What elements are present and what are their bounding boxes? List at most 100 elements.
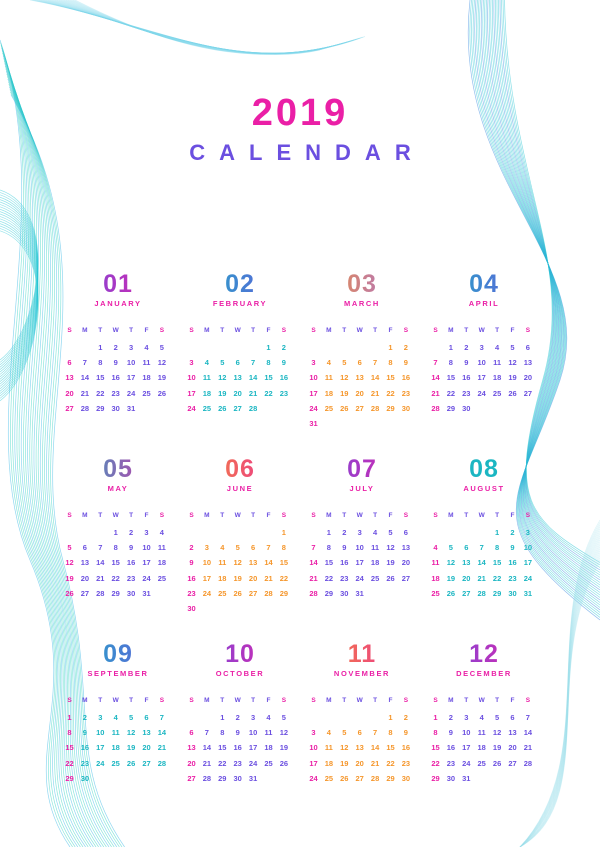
day-cell: 31 xyxy=(309,419,318,428)
day-cell: 3 xyxy=(357,528,362,537)
day-cell: 14 xyxy=(157,728,167,738)
day-cell: 10 xyxy=(248,728,258,738)
day-cell: 2 xyxy=(281,343,286,352)
day-cell: 24 xyxy=(462,758,471,768)
weekday-label: S xyxy=(189,327,194,334)
day-cell: 4 xyxy=(433,543,438,553)
day-cell: 13 xyxy=(508,728,517,738)
day-cell: 3 xyxy=(464,713,469,722)
day-cell: 13 xyxy=(523,358,533,368)
day-cell: 23 xyxy=(340,573,349,583)
day-cell: 17 xyxy=(523,558,533,568)
day-cell: 11 xyxy=(431,558,440,568)
month-number: 12 xyxy=(428,640,540,669)
day-grid: S M T W T F S 1 2 3 4 5 6 7 8 9 10 11 12 13 14 15 16 17 18 19 20 21… xyxy=(306,509,418,619)
day-cell: 13 xyxy=(187,743,196,753)
day-cell: 10 xyxy=(96,728,105,738)
day-cell: 25 xyxy=(111,758,120,768)
day-cell: 28 xyxy=(523,758,533,768)
day-cell: 10 xyxy=(202,558,212,568)
day-cell: 10 xyxy=(126,358,136,368)
day-cell: 4 xyxy=(373,528,378,537)
day-cell: 28 xyxy=(477,588,486,598)
day-cell: 17 xyxy=(309,758,318,768)
day-cell: 1 xyxy=(220,713,225,722)
month-may: 05 MAY S M T W T F S 1 2 3 4 5 6 7 8 9 10 11 12 13 14 15 16 17 18 1… xyxy=(62,455,182,625)
day-cell: 6 xyxy=(189,728,194,738)
day-cell: 21 xyxy=(309,573,318,583)
weekday-label: T xyxy=(251,697,256,704)
day-cell: 29 xyxy=(279,588,289,598)
weekday-label: T xyxy=(342,512,347,519)
weekday-label: F xyxy=(388,327,393,334)
weekday-label: M xyxy=(82,512,88,519)
day-cell: 26 xyxy=(157,388,167,398)
day-cell: 28 xyxy=(370,773,380,783)
day-cell: 4 xyxy=(159,528,164,537)
weekday-label: M xyxy=(326,327,332,334)
day-cell: 22 xyxy=(65,758,74,768)
weekday-label: S xyxy=(67,327,72,334)
day-cell: 2 xyxy=(113,343,118,352)
day-cell: 17 xyxy=(142,558,151,568)
day-cell: 25 xyxy=(477,758,486,768)
weekday-label: S xyxy=(159,697,165,704)
day-cell: 23 xyxy=(187,588,196,598)
day-cell: 5 xyxy=(159,343,164,352)
day-cell: 26 xyxy=(126,758,136,768)
day-cell: 26 xyxy=(340,403,349,413)
day-cell: 23 xyxy=(446,758,456,768)
month-name: OCTOBER xyxy=(215,669,265,678)
weekday-label: M xyxy=(448,512,454,519)
day-cell: 30 xyxy=(187,604,196,613)
month-august: 08 AUGUST S M T W T F S 1 2 3 4 5 6 7 8 9 10 11 12 13 14 15 16 17… xyxy=(428,455,548,625)
day-cell: 7 xyxy=(251,358,256,368)
day-cell: 17 xyxy=(309,388,318,398)
weekday-label: F xyxy=(144,512,149,519)
day-cell: 5 xyxy=(342,358,347,368)
wave-line xyxy=(71,0,362,55)
day-cell: 19 xyxy=(340,758,349,768)
day-cell: 14 xyxy=(370,743,380,753)
day-cell: 6 xyxy=(525,343,530,352)
day-cell: 8 xyxy=(388,358,393,368)
day-cell: 30 xyxy=(126,588,136,598)
weekday-label: T xyxy=(373,327,378,334)
day-cell: 6 xyxy=(357,358,362,368)
day-grid: S M T W T F S 1 2 3 4 5 6 7 8 9 10 11 12 13 14 15 16 17 18 19 20 21… xyxy=(428,694,540,804)
day-cell: 17 xyxy=(477,373,486,383)
weekday-label: S xyxy=(525,327,531,334)
day-cell: 8 xyxy=(98,358,103,368)
day-cell: 21 xyxy=(80,388,90,398)
weekday-label: F xyxy=(388,512,393,519)
month-february: 02 FEBRUARY S M T W T F S 1 2 3 4 5 6 7 8 9 10 11 12 13 14 15 16… xyxy=(184,270,304,440)
day-cell: 19 xyxy=(279,743,289,753)
wave-line xyxy=(67,0,358,55)
day-cell: 29 xyxy=(431,773,440,783)
day-cell: 16 xyxy=(233,743,242,753)
day-cell: 2 xyxy=(510,528,515,537)
weekday-label: T xyxy=(129,697,134,704)
day-cell: 23 xyxy=(401,758,411,768)
day-cell: 12 xyxy=(340,373,349,383)
weekday-label: S xyxy=(311,697,316,704)
day-cell: 18 xyxy=(142,373,151,383)
day-cell: 9 xyxy=(510,543,515,553)
day-cell: 3 xyxy=(311,728,316,738)
day-cell: 20 xyxy=(233,388,242,398)
day-cell: 26 xyxy=(65,588,74,598)
day-cell: 14 xyxy=(248,373,258,383)
day-cell: 19 xyxy=(508,373,517,383)
day-cell: 18 xyxy=(157,558,167,568)
day-cell: 16 xyxy=(401,373,411,383)
day-cell: 13 xyxy=(65,373,74,383)
day-cell: 9 xyxy=(464,358,469,368)
month-october: 10 OCTOBER S M T W T F S 1 2 3 4 5 6 7 8 9 10 11 12 13 14 15 16 1… xyxy=(184,640,304,810)
day-grid: S M T W T F S 1 2 3 4 5 6 7 8 9 10 11 12 13 14 15 16 17 18 19 20 21… xyxy=(184,324,296,434)
day-cell: 1 xyxy=(113,528,118,537)
weekday-label: S xyxy=(403,512,409,519)
day-cell: 7 xyxy=(82,358,87,368)
day-cell: 13 xyxy=(248,558,258,568)
day-cell: 8 xyxy=(281,543,286,553)
day-cell: 31 xyxy=(523,588,533,598)
